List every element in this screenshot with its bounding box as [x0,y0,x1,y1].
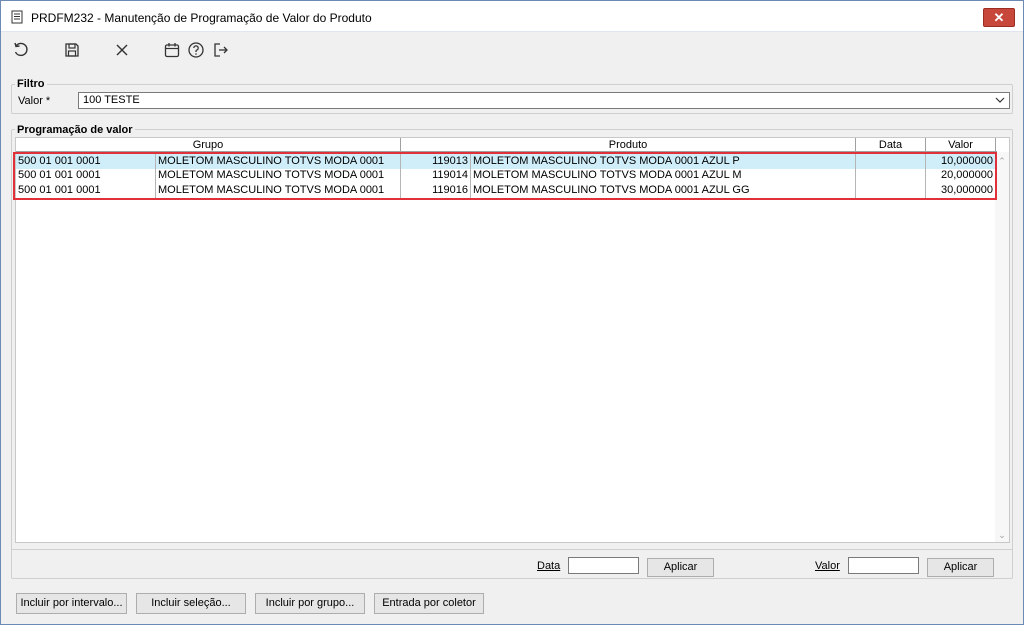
cell-valor: 20,000000 [926,168,996,183]
calendar-button[interactable] [161,39,183,61]
valor-apply-input[interactable] [848,557,919,574]
valor-apply-label-text: Valor [815,560,840,572]
valor-label: Valor * [18,95,51,107]
data-apply-input[interactable] [568,557,639,574]
scroll-down-icon[interactable]: ⌄ [997,530,1007,540]
cell-grupo-code: 500 01 001 0001 [16,183,156,198]
close-x-icon: ✕ [993,10,1005,25]
grid-header: Grupo Produto Data Valor [16,138,997,152]
cell-produto-code: 119013 [401,154,471,169]
column-header-grupo[interactable]: Grupo [16,138,401,152]
vertical-scrollbar[interactable]: ⌃ ⌄ [995,152,1009,542]
valor-select[interactable]: 100 TESTE [78,92,1010,109]
entrada-coletor-button[interactable]: Entrada por coletor [374,593,484,614]
column-header-valor[interactable]: Valor [926,138,996,152]
window-title: PRDFM232 - Manutenção de Programação de … [31,11,372,25]
cell-produto-desc: MOLETOM MASCULINO TOTVS MODA 0001 AZUL P [471,154,856,169]
data-apply-label-text: Data [537,560,561,572]
cell-grupo-code: 500 01 001 0001 [16,154,156,169]
help-icon [188,42,204,58]
column-header-produto[interactable]: Produto [401,138,856,152]
help-button[interactable] [185,39,207,61]
apply-valor-button[interactable]: Aplicar [927,558,994,577]
cell-valor: 10,000000 [926,154,996,169]
cell-grupo-code: 500 01 001 0001 [16,168,156,183]
valor-apply-label: Valor [815,560,840,572]
exit-button[interactable] [210,39,232,61]
data-apply-label: Data [537,560,560,572]
scroll-up-icon[interactable]: ⌃ [997,156,1007,166]
cell-grupo-desc: MOLETOM MASCULINO TOTVS MODA 0001 [156,168,401,183]
column-header-data[interactable]: Data [856,138,926,152]
cell-produto-desc: MOLETOM MASCULINO TOTVS MODA 0001 AZUL G… [471,183,856,198]
incluir-selecao-button[interactable]: Incluir seleção... [136,593,246,614]
cell-produto-code: 119016 [401,183,471,198]
main-window: PRDFM232 - Manutenção de Programação de … [0,0,1024,625]
cell-grupo-desc: MOLETOM MASCULINO TOTVS MODA 0001 [156,183,401,198]
save-icon [65,43,79,57]
table-row[interactable]: 500 01 001 0001 MOLETOM MASCULINO TOTVS … [16,183,997,198]
calendar-icon [164,43,180,58]
cell-data [856,183,926,198]
undo-icon [14,42,28,57]
title-bar: PRDFM232 - Manutenção de Programação de … [1,1,1023,32]
exit-icon [214,43,228,57]
table-row[interactable]: 500 01 001 0001 MOLETOM MASCULINO TOTVS … [16,154,997,169]
cell-data [856,154,926,169]
window-close-button[interactable]: ✕ [983,8,1015,27]
programacao-grid[interactable]: Grupo Produto Data Valor 500 01 001 0001… [15,137,1010,543]
cell-data [856,168,926,183]
apply-data-button[interactable]: Aplicar [647,558,714,577]
undo-button[interactable] [10,39,32,61]
save-button[interactable] [61,39,83,61]
document-icon [11,10,23,24]
cell-produto-desc: MOLETOM MASCULINO TOTVS MODA 0001 AZUL M [471,168,856,183]
close-icon [116,44,128,56]
incluir-intervalo-button[interactable]: Incluir por intervalo... [16,593,127,614]
filter-legend: Filtro [15,78,47,90]
cell-valor: 30,000000 [926,183,996,198]
programacao-legend: Programação de valor [15,124,135,136]
cell-grupo-desc: MOLETOM MASCULINO TOTVS MODA 0001 [156,154,401,169]
table-row[interactable]: 500 01 001 0001 MOLETOM MASCULINO TOTVS … [16,168,997,183]
valor-select-value: 100 TESTE [83,94,140,106]
incluir-grupo-button[interactable]: Incluir por grupo... [255,593,365,614]
toolbar [1,32,1023,72]
cell-produto-code: 119014 [401,168,471,183]
chevron-down-icon [995,97,1005,103]
cancel-button[interactable] [111,39,133,61]
